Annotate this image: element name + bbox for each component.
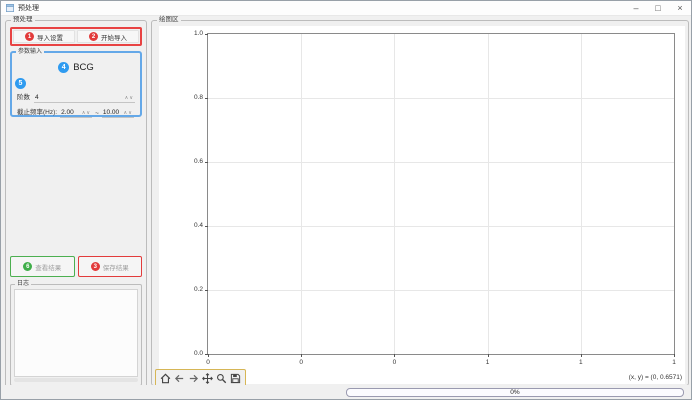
x-tick-mark — [394, 354, 395, 357]
x-tick-label: 1 — [571, 359, 591, 366]
figure-canvas[interactable]: 0 0 0 1 1 1 0.0 0.2 0.4 0.6 0.8 1.0 — [159, 26, 685, 384]
preprocess-panel-label: 预处理 — [11, 16, 35, 24]
y-tick-label: 0.6 — [185, 158, 203, 165]
gridline-vertical — [394, 34, 395, 354]
log-textarea[interactable] — [14, 289, 138, 377]
y-tick-label: 0.4 — [185, 222, 203, 229]
cutoff-low-value[interactable]: 2.00 — [61, 108, 74, 117]
preprocess-panel: 预处理 1 导入设置 2 开始导入 参数输入 4 BCG 5 阶数 4 — [5, 20, 147, 391]
gridline-vertical — [488, 34, 489, 354]
x-tick-mark — [674, 354, 675, 357]
step-1-badge: 1 — [25, 32, 34, 41]
gridline-vertical — [581, 34, 582, 354]
cutoff-range-separator: ~ — [95, 109, 99, 118]
start-import-button[interactable]: 2 开始导入 — [77, 30, 139, 43]
y-tick-mark — [205, 226, 208, 227]
cutoff-high-spinbox[interactable]: 10.00 ∧∨ — [102, 108, 134, 118]
titlebar: 预处理 – □ × — [1, 1, 691, 16]
cursor-coords-readout: (x, y) = (0, 0.6571) — [629, 374, 682, 381]
view-result-button[interactable]: 6 查看结果 — [10, 256, 75, 277]
forward-icon[interactable] — [187, 371, 200, 386]
x-tick-label: 0 — [291, 359, 311, 366]
y-tick-mark — [205, 354, 208, 355]
plot-panel-label: 绘图区 — [157, 16, 181, 24]
x-tick-label: 0 — [198, 359, 218, 366]
spinner-arrows-icon[interactable]: ∧∨ — [125, 94, 134, 102]
import-settings-button[interactable]: 1 导入设置 — [13, 30, 75, 43]
minimize-button[interactable]: – — [625, 1, 647, 16]
filter-order-value[interactable]: 4 — [35, 93, 39, 102]
gridline-horizontal — [208, 162, 674, 163]
filter-order-row: 阶数 4 ∧∨ — [17, 91, 135, 103]
statusbar: 0% — [1, 385, 691, 399]
app-icon — [6, 4, 14, 12]
step-3-badge: 3 — [91, 262, 100, 271]
gridline-horizontal — [208, 290, 674, 291]
save-result-button[interactable]: 3 保存结果 — [78, 256, 143, 277]
y-tick-label: 0.8 — [185, 94, 203, 101]
log-group: 日志 — [10, 284, 142, 386]
y-tick-mark — [205, 290, 208, 291]
app-window: 预处理 – □ × 预处理 1 导入设置 2 开始导入 参数输入 4 BCG — [0, 0, 692, 400]
progress-bar: 0% — [346, 388, 684, 397]
gridline-horizontal — [208, 98, 674, 99]
save-icon[interactable] — [229, 371, 242, 386]
spinner-arrows-icon[interactable]: ∧∨ — [82, 109, 91, 117]
plot-panel: 绘图区 0001110.00.20.40.60.81.0 (x, y) = (0… — [151, 20, 689, 386]
spinner-arrows-icon[interactable]: ∧∨ — [124, 109, 133, 117]
view-result-label: 查看结果 — [35, 262, 61, 272]
cutoff-low-spinbox[interactable]: 2.00 ∧∨ — [60, 108, 92, 118]
x-tick-label: 1 — [664, 359, 684, 366]
window-title: 预处理 — [18, 3, 39, 13]
cutoff-frequency-label: 截止频率(Hz): — [17, 108, 57, 118]
x-tick-mark — [301, 354, 302, 357]
step-2-badge: 2 — [89, 32, 98, 41]
parameter-group-label: 参数输入 — [16, 48, 44, 56]
window-controls: – □ × — [625, 1, 691, 16]
import-settings-label: 导入设置 — [37, 32, 63, 42]
save-result-label: 保存结果 — [103, 262, 129, 272]
start-import-label: 开始导入 — [101, 32, 127, 42]
step-6-badge: 6 — [23, 262, 32, 271]
y-tick-mark — [205, 34, 208, 35]
step-4-badge: 4 — [58, 62, 69, 73]
filter-order-label: 阶数 — [17, 93, 30, 103]
signal-type-row: 4 BCG — [12, 62, 140, 73]
cutoff-high-value[interactable]: 10.00 — [103, 108, 119, 117]
result-button-row: 6 查看结果 3 保存结果 — [10, 256, 142, 277]
home-icon[interactable] — [159, 371, 172, 386]
log-group-label: 日志 — [15, 280, 31, 288]
x-tick-label: 1 — [478, 359, 498, 366]
y-tick-label: 0.0 — [185, 350, 203, 357]
x-tick-mark — [581, 354, 582, 357]
pan-icon[interactable] — [201, 371, 214, 386]
plot-axes[interactable]: 0001110.00.20.40.60.81.0 — [207, 33, 675, 355]
maximize-button[interactable]: □ — [647, 1, 669, 16]
zoom-icon[interactable] — [215, 371, 228, 386]
close-button[interactable]: × — [669, 1, 691, 16]
y-tick-label: 0.2 — [185, 286, 203, 293]
signal-type-value[interactable]: BCG — [73, 62, 94, 73]
back-icon[interactable] — [173, 371, 186, 386]
cutoff-frequency-row: 截止频率(Hz): 2.00 ∧∨ ~ 10.00 ∧∨ — [17, 106, 135, 118]
gridline-horizontal — [208, 226, 674, 227]
parameter-input-group: 参数输入 4 BCG 5 阶数 4 ∧∨ 截止频率(Hz): 2.00 ∧∨ ~ — [10, 51, 142, 117]
x-tick-label: 0 — [384, 359, 404, 366]
gridline-vertical — [301, 34, 302, 354]
log-horizontal-scrollbar[interactable] — [14, 378, 138, 382]
y-tick-mark — [205, 98, 208, 99]
x-tick-mark — [208, 354, 209, 357]
import-button-group: 1 导入设置 2 开始导入 — [10, 27, 142, 46]
y-tick-label: 1.0 — [185, 30, 203, 37]
filter-order-spinbox[interactable]: 4 ∧∨ — [34, 93, 135, 103]
y-tick-mark — [205, 162, 208, 163]
step-5-badge: 5 — [15, 78, 26, 89]
x-tick-mark — [488, 354, 489, 357]
